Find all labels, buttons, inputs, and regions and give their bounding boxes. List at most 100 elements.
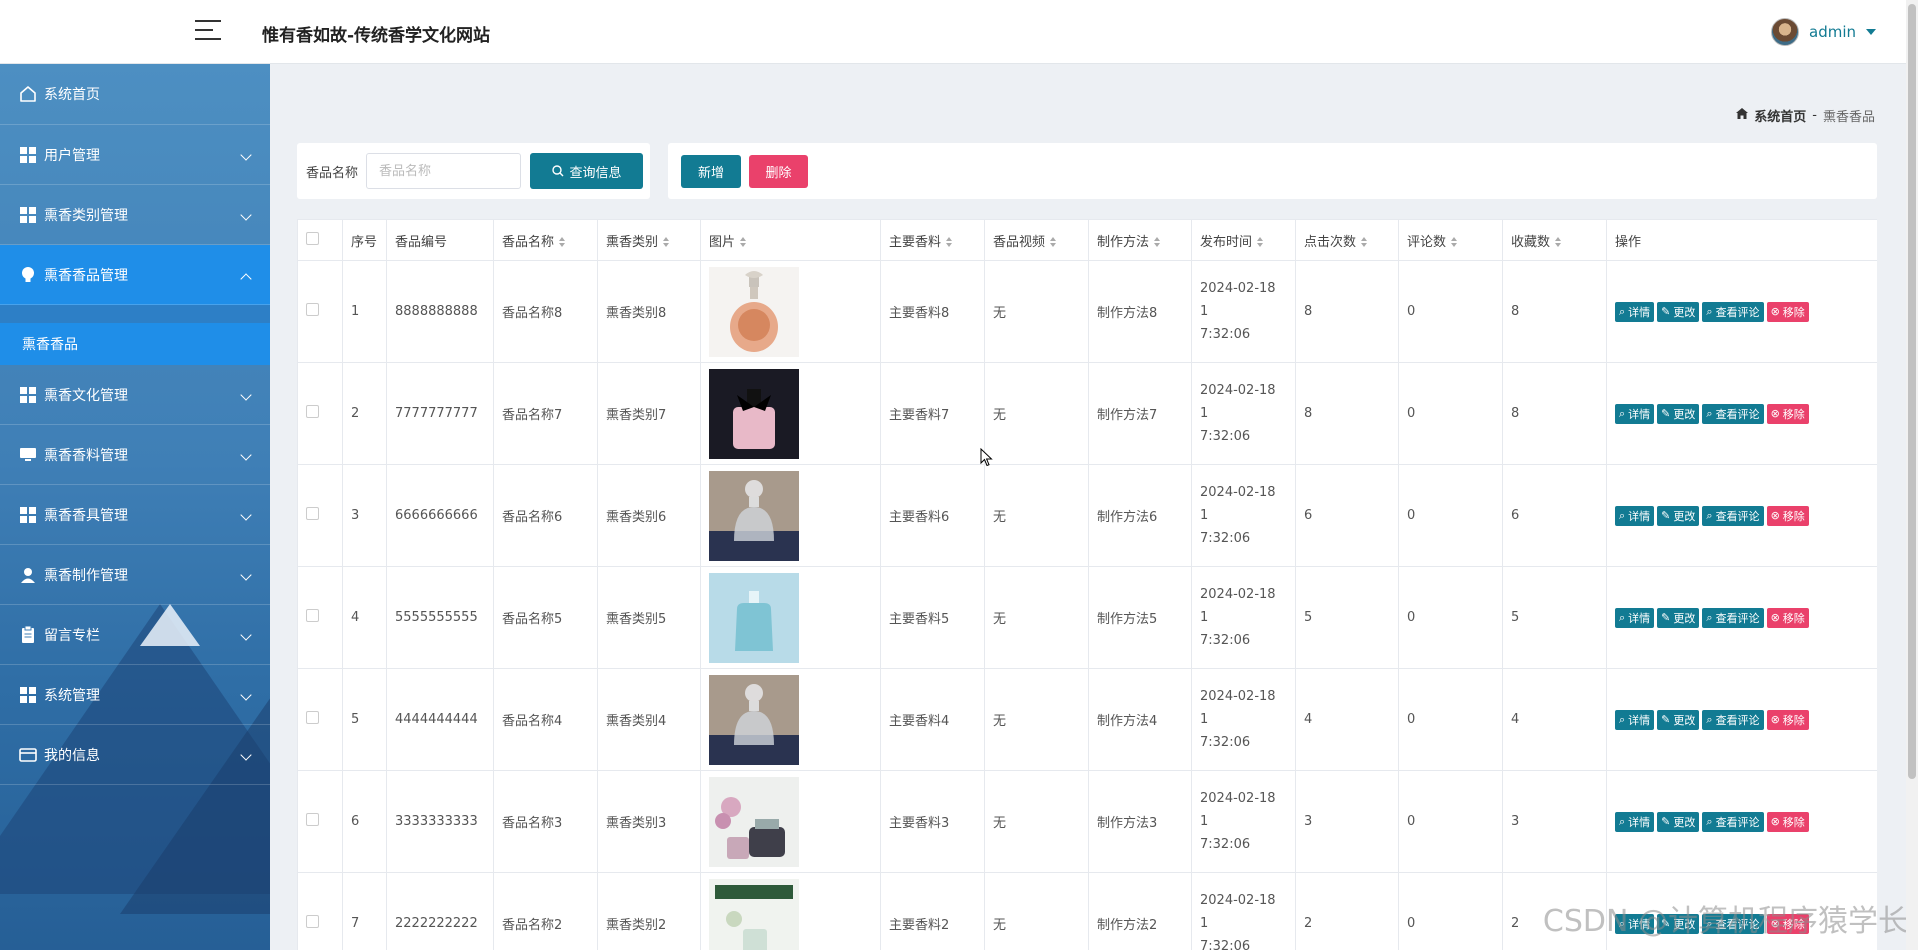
sidebar-item-0[interactable]: 系统首页 bbox=[0, 64, 270, 125]
close-circle-icon: ⊗ bbox=[1770, 305, 1780, 318]
page-scrollbar[interactable] bbox=[1906, 0, 1918, 950]
sort-icon[interactable] bbox=[663, 237, 670, 247]
comments-button[interactable]: ⌕ 查看评论 bbox=[1702, 709, 1764, 730]
edit-button-label: 更改 bbox=[1673, 509, 1696, 523]
row-checkbox[interactable] bbox=[306, 507, 319, 520]
sidebar-item-8[interactable]: 留言专栏 bbox=[0, 605, 270, 665]
search-label: 香品名称 bbox=[306, 165, 359, 181]
column-header[interactable]: 点击次数 bbox=[1295, 219, 1399, 261]
breadcrumb-home[interactable]: 系统首页 bbox=[1754, 106, 1806, 125]
click-count: 3 bbox=[1304, 814, 1313, 829]
sort-icon[interactable] bbox=[1050, 237, 1057, 247]
product-image[interactable] bbox=[709, 266, 872, 357]
sidebar-subitem[interactable]: 熏香香品 bbox=[0, 305, 270, 365]
edit-button[interactable]: ✎ 更改 bbox=[1657, 505, 1700, 526]
sort-icon[interactable] bbox=[1451, 237, 1458, 247]
search-icon: ⌕ bbox=[1619, 406, 1626, 420]
publish-time-line2: 7:32:06 bbox=[1200, 429, 1251, 444]
comments-button[interactable]: ⌕ 查看评论 bbox=[1702, 607, 1764, 628]
column-header[interactable]: 主要香料 bbox=[880, 219, 985, 261]
lightbulb-icon bbox=[18, 265, 38, 285]
delete-button[interactable]: 删除 bbox=[749, 154, 808, 188]
comments-button[interactable]: ⌕ 查看评论 bbox=[1702, 403, 1764, 424]
select-all-checkbox[interactable] bbox=[306, 231, 319, 245]
detail-button[interactable]: ⌕ 详情 bbox=[1615, 505, 1655, 526]
sidebar-item-4[interactable]: 熏香文化管理 bbox=[0, 365, 270, 425]
detail-button[interactable]: ⌕ 详情 bbox=[1615, 301, 1655, 322]
product-image[interactable] bbox=[709, 878, 872, 950]
product-image[interactable] bbox=[709, 776, 872, 867]
detail-button[interactable]: ⌕ 详情 bbox=[1615, 403, 1655, 424]
product-video: 无 bbox=[993, 408, 1007, 423]
column-header[interactable]: 熏香类别 bbox=[597, 219, 701, 261]
scrollbar-thumb[interactable] bbox=[1908, 4, 1916, 779]
edit-button[interactable]: ✎ 更改 bbox=[1657, 301, 1700, 322]
detail-button[interactable]: ⌕ 详情 bbox=[1615, 709, 1655, 730]
edit-button[interactable]: ✎ 更改 bbox=[1657, 709, 1700, 730]
sort-icon[interactable] bbox=[1154, 237, 1161, 247]
remove-button[interactable]: ⊗ 移除 bbox=[1766, 301, 1809, 322]
column-header[interactable]: 香品编号 bbox=[386, 219, 494, 261]
product-image[interactable] bbox=[709, 368, 872, 459]
sort-icon[interactable] bbox=[1555, 237, 1562, 247]
column-header[interactable]: 制作方法 bbox=[1088, 219, 1192, 261]
sidebar-item-5[interactable]: 熏香香料管理 bbox=[0, 425, 270, 485]
row-checkbox[interactable] bbox=[306, 915, 319, 928]
remove-button-label: 移除 bbox=[1782, 713, 1805, 727]
row-checkbox[interactable] bbox=[306, 303, 319, 316]
edit-button[interactable]: ✎ 更改 bbox=[1657, 811, 1700, 832]
product-image[interactable] bbox=[709, 674, 872, 765]
detail-button-label: 详情 bbox=[1628, 509, 1651, 523]
sort-icon[interactable] bbox=[946, 237, 953, 247]
detail-button[interactable]: ⌕ 详情 bbox=[1615, 607, 1655, 628]
comments-button[interactable]: ⌕ 查看评论 bbox=[1702, 301, 1764, 322]
clicks-cell: 2 bbox=[1295, 872, 1399, 950]
query-button[interactable]: 查询信息 bbox=[530, 153, 644, 189]
product-category: 熏香类别2 bbox=[606, 918, 667, 933]
sidebar-item-2[interactable]: 熏香类别管理 bbox=[0, 185, 270, 245]
row-checkbox[interactable] bbox=[306, 405, 319, 418]
product-image[interactable] bbox=[709, 572, 872, 663]
remove-button[interactable]: ⊗ 移除 bbox=[1766, 709, 1809, 730]
search-icon: ⌕ bbox=[1619, 304, 1626, 318]
product-image[interactable] bbox=[709, 470, 872, 561]
row-actions: ⌕ 详情 ✎ 更改 ⌕ 查看评论 ⊗ 移除 bbox=[1615, 403, 1869, 424]
sort-icon[interactable] bbox=[559, 237, 566, 247]
remove-button[interactable]: ⊗ 移除 bbox=[1766, 403, 1809, 424]
comments-button[interactable]: ⌕ 查看评论 bbox=[1702, 811, 1764, 832]
remove-button[interactable]: ⊗ 移除 bbox=[1766, 811, 1809, 832]
column-header[interactable]: 序号 bbox=[342, 219, 387, 261]
sidebar-item-9[interactable]: 系统管理 bbox=[0, 665, 270, 725]
sort-icon[interactable] bbox=[740, 237, 747, 247]
column-header[interactable]: 收藏数 bbox=[1502, 219, 1607, 261]
sidebar-item-3[interactable]: 熏香香品管理 bbox=[0, 245, 270, 305]
remove-button[interactable]: ⊗ 移除 bbox=[1766, 607, 1809, 628]
search-input[interactable] bbox=[366, 153, 522, 189]
column-header[interactable]: 香品视频 bbox=[984, 219, 1089, 261]
column-header[interactable]: 评论数 bbox=[1398, 219, 1503, 261]
menu-toggle-icon[interactable] bbox=[195, 20, 221, 42]
sort-icon[interactable] bbox=[1257, 237, 1264, 247]
row-checkbox[interactable] bbox=[306, 813, 319, 826]
name-cell: 香品名称5 bbox=[493, 566, 598, 669]
sidebar-item-7[interactable]: 熏香制作管理 bbox=[0, 545, 270, 605]
publish-time-line2: 7:32:06 bbox=[1200, 837, 1251, 852]
comments-button[interactable]: ⌕ 查看评论 bbox=[1702, 505, 1764, 526]
detail-button[interactable]: ⌕ 详情 bbox=[1615, 811, 1655, 832]
edit-button[interactable]: ✎ 更改 bbox=[1657, 403, 1700, 424]
row-index: 6 bbox=[351, 814, 360, 829]
row-checkbox[interactable] bbox=[306, 711, 319, 724]
monitor-icon bbox=[18, 445, 38, 465]
column-header[interactable]: 香品名称 bbox=[493, 219, 598, 261]
column-header[interactable]: 发布时间 bbox=[1191, 219, 1296, 261]
column-header[interactable]: 图片 bbox=[700, 219, 881, 261]
sort-icon[interactable] bbox=[1361, 237, 1368, 247]
user-menu[interactable]: admin bbox=[1771, 18, 1876, 46]
sidebar-item-6[interactable]: 熏香香具管理 bbox=[0, 485, 270, 545]
remove-button[interactable]: ⊗ 移除 bbox=[1766, 505, 1809, 526]
edit-button[interactable]: ✎ 更改 bbox=[1657, 607, 1700, 628]
row-checkbox[interactable] bbox=[306, 609, 319, 622]
add-button[interactable]: 新增 bbox=[681, 154, 741, 188]
sidebar-item-10[interactable]: 我的信息 bbox=[0, 725, 270, 785]
sidebar-item-1[interactable]: 用户管理 bbox=[0, 125, 270, 185]
